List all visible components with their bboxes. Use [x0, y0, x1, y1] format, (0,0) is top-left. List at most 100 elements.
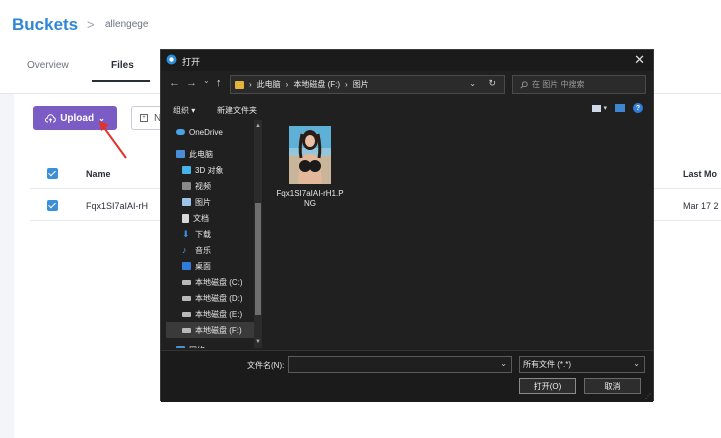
sidebar-item-downloads[interactable]: ⬇ 下载 — [182, 226, 211, 242]
sidebar-item-pictures[interactable]: 图片 — [182, 194, 211, 210]
sidebar-item-drive-e[interactable]: 本地磁盘 (E:) — [182, 306, 242, 322]
sidebar-item-network[interactable]: 网络 — [176, 342, 205, 348]
file-list: Fqx1SI7aIAI-rH1.PNG — [264, 120, 653, 350]
sidebar-item-label: 3D 对象 — [195, 165, 224, 175]
breadcrumb[interactable]: allengege — [105, 19, 148, 30]
dialog-titlebar[interactable]: 打开 ✕ — [161, 50, 653, 71]
tab-files[interactable]: Files — [111, 60, 134, 71]
filename-input[interactable]: ⌄ — [288, 356, 512, 373]
sidebar-item-this-pc[interactable]: 此电脑 — [176, 146, 213, 162]
open-file-dialog: 打开 ✕ ← → ⌄ ↑ › 此电脑 › 本地磁盘 (F:) › 图片 ⌄ ↻ … — [160, 49, 654, 402]
drive-icon — [182, 311, 191, 317]
search-input[interactable]: 在 图片 中搜索 — [512, 75, 646, 94]
sidebar-item-desktop[interactable]: 桌面 — [182, 258, 211, 274]
sidebar-item-label: 下载 — [195, 229, 211, 239]
sidebar-item-drive-d[interactable]: 本地磁盘 (D:) — [182, 290, 243, 306]
scroll-down-icon[interactable]: ▼ — [255, 339, 261, 345]
column-header-name[interactable]: Name — [86, 169, 111, 179]
scrollbar-thumb[interactable] — [255, 203, 261, 315]
sidebar-item-label: 本地磁盘 (E:) — [195, 309, 243, 319]
forward-arrow-icon[interactable]: → — [186, 77, 197, 89]
sidebar-item-label: 文档 — [193, 213, 209, 223]
app-icon — [166, 54, 177, 65]
sidebar-item-label: 图片 — [195, 197, 211, 207]
folder-icon — [235, 80, 244, 89]
close-icon[interactable]: ✕ — [634, 52, 645, 68]
sidebar-item-label: 音乐 — [195, 245, 211, 255]
open-button[interactable]: 打开(O) — [519, 378, 576, 394]
preview-pane-icon[interactable] — [615, 104, 625, 112]
row-checkbox[interactable] — [47, 200, 58, 211]
organize-menu[interactable]: 组织 ▾ — [173, 105, 195, 116]
recent-locations-icon[interactable]: ⌄ — [203, 76, 210, 85]
video-icon — [182, 182, 191, 190]
address-segment-this-pc[interactable]: 此电脑 — [257, 79, 281, 90]
breadcrumb-separator: > — [87, 17, 95, 32]
dialog-toolbar: 组织 ▾ 新建文件夹 ▾ ? — [161, 99, 653, 119]
sidebar-item-label: 本地磁盘 (D:) — [195, 293, 243, 303]
address-segment-drive-f[interactable]: 本地磁盘 (F:) — [293, 79, 340, 90]
network-icon — [176, 346, 185, 348]
new-folder-dialog-button[interactable]: 新建文件夹 — [217, 105, 257, 116]
view-options-icon[interactable]: ▾ — [592, 104, 607, 112]
filetype-select[interactable]: 所有文件 (*.*) ⌄ — [519, 356, 645, 373]
address-separator: › — [285, 80, 289, 89]
image-thumbnail[interactable] — [289, 126, 331, 184]
cloud-upload-icon — [45, 113, 56, 122]
sidebar-item-drive-f[interactable]: 本地磁盘 (F:) — [166, 322, 258, 338]
sidebar-item-3d-objects[interactable]: 3D 对象 — [182, 162, 223, 178]
scroll-up-icon[interactable]: ▲ — [255, 123, 261, 129]
documents-icon — [182, 213, 189, 223]
3d-objects-icon — [182, 166, 191, 174]
select-all-checkbox[interactable] — [47, 168, 58, 179]
cancel-button[interactable]: 取消 — [584, 378, 641, 394]
address-bar[interactable]: › 此电脑 › 本地磁盘 (F:) › 图片 ⌄ ↻ — [230, 75, 505, 94]
sidebar-item-label: OneDrive — [189, 127, 223, 137]
dialog-footer: 文件名(N): ⌄ 所有文件 (*.*) ⌄ 打开(O) 取消 ⋰ — [161, 350, 653, 402]
upload-label: Upload — [60, 112, 95, 124]
tab-overview[interactable]: Overview — [27, 60, 69, 71]
add-folder-icon: + — [140, 114, 148, 122]
sidebar-item-videos[interactable]: 视频 — [182, 178, 211, 194]
filename-label: 文件名(N): — [247, 361, 285, 370]
drive-icon — [182, 279, 191, 285]
sidebar-item-label: 网络 — [189, 345, 205, 349]
file-name[interactable]: Fqx1SI7aIAI-rH1.PNG — [276, 189, 344, 209]
chevron-down-icon[interactable]: ⌄ — [633, 359, 640, 368]
row-date: Mar 17 2 — [683, 201, 719, 211]
dialog-title: 打开 — [182, 57, 201, 67]
refresh-icon[interactable]: ↻ — [488, 78, 496, 89]
desktop-icon — [182, 262, 191, 270]
cloud-icon — [176, 129, 185, 135]
row-file-name[interactable]: Fqx1SI7aIAI-rH — [86, 201, 148, 211]
address-separator: › — [249, 80, 252, 89]
address-separator: › — [345, 80, 348, 89]
pictures-icon — [182, 198, 191, 206]
sidebar-item-label: 本地磁盘 (F:) — [195, 325, 242, 335]
sidebar-item-music[interactable]: ♪ 音乐 — [182, 242, 211, 258]
sidebar-item-label: 本地磁盘 (C:) — [195, 277, 243, 287]
address-dropdown-icon[interactable]: ⌄ — [469, 79, 476, 88]
address-segment-pictures[interactable]: 图片 — [353, 79, 369, 90]
search-icon — [520, 80, 528, 89]
back-arrow-icon[interactable]: ← — [169, 77, 180, 89]
view-controls: ▾ ? — [592, 103, 643, 113]
sidebar-item-drive-c[interactable]: 本地磁盘 (C:) — [182, 274, 243, 290]
filetype-value: 所有文件 (*.*) — [523, 360, 571, 369]
navigation-pane: OneDrive 此电脑 3D 对象 视频 图片 文档 ⬇ 下载 ♪ 音乐 桌面… — [166, 120, 263, 348]
drive-icon — [182, 295, 191, 301]
annotation-arrow-icon — [99, 121, 127, 159]
music-icon: ♪ — [182, 245, 187, 255]
sidebar-item-label: 此电脑 — [189, 149, 213, 159]
column-header-last-modified[interactable]: Last Mo — [683, 169, 717, 179]
drive-icon — [182, 327, 191, 333]
sidebar-item-documents[interactable]: 文档 — [182, 210, 209, 226]
chevron-down-icon[interactable]: ⌄ — [500, 359, 507, 368]
up-arrow-icon[interactable]: ↑ — [216, 77, 222, 89]
help-icon[interactable]: ? — [633, 103, 643, 113]
navigation-bar: ← → ⌄ ↑ › 此电脑 › 本地磁盘 (F:) › 图片 ⌄ ↻ 在 图片 … — [161, 72, 653, 96]
sidebar-item-onedrive[interactable]: OneDrive — [176, 124, 223, 140]
resize-grip-icon[interactable]: ⋰ — [645, 393, 651, 400]
download-icon: ⬇ — [182, 228, 190, 239]
navigation-scrollbar[interactable] — [254, 120, 262, 348]
